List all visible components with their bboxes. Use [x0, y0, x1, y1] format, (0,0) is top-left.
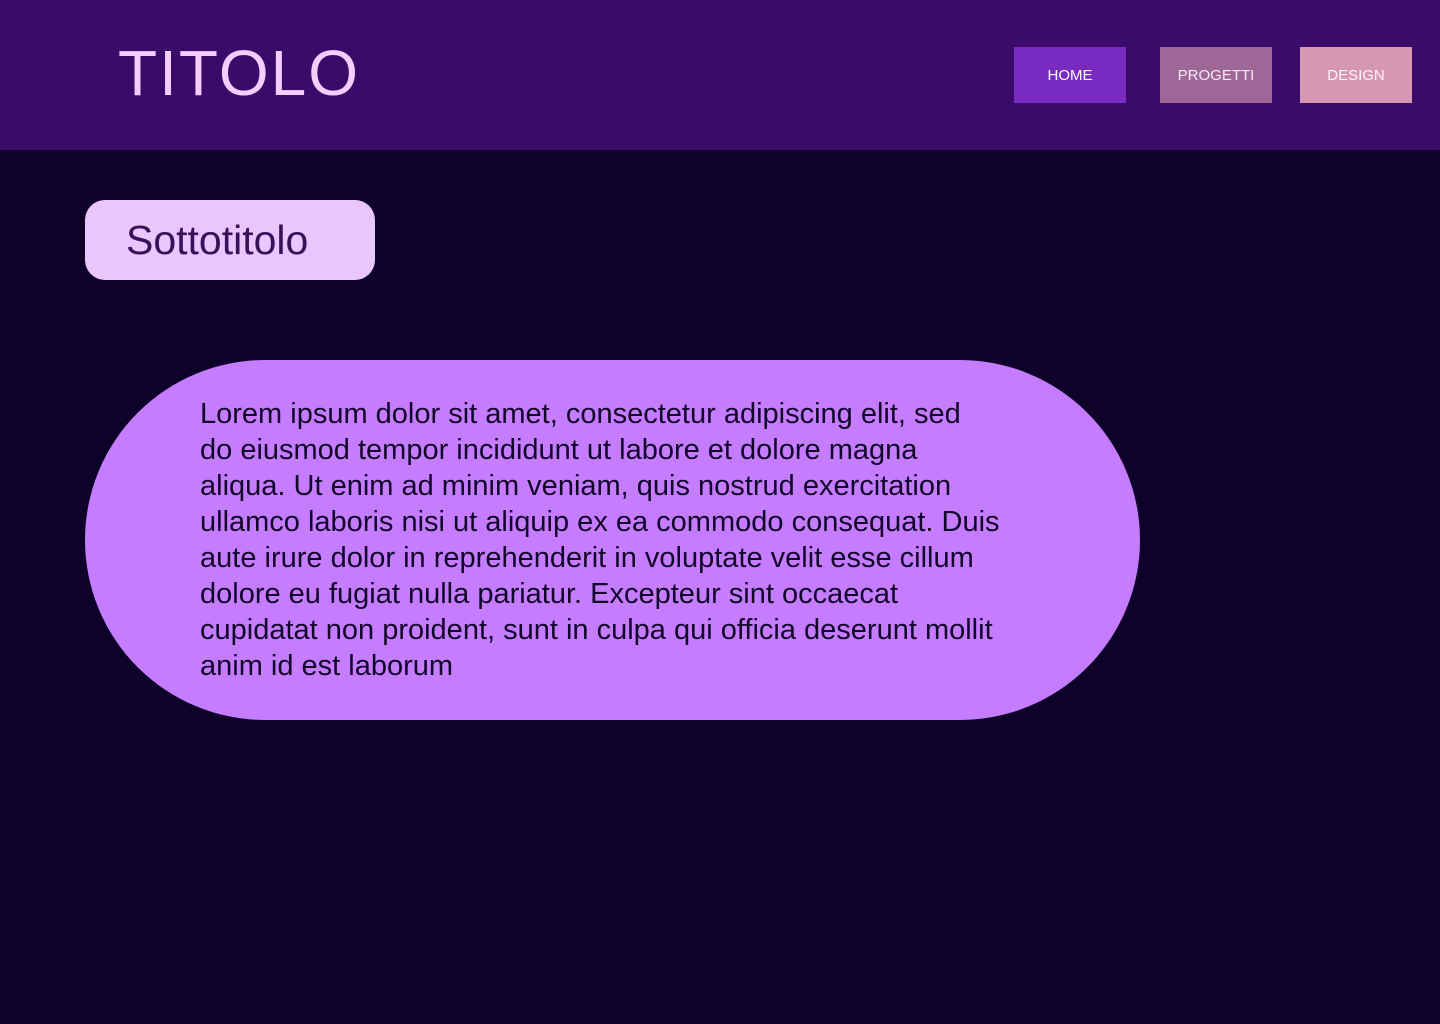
site-header: TITOLO HOME PROGETTI DESIGN	[0, 0, 1440, 150]
subtitle: Sottotitolo	[126, 217, 309, 263]
nav-home-button[interactable]: HOME	[1014, 47, 1126, 103]
site-title: TITOLO	[118, 37, 360, 109]
body-text: Lorem ipsum dolor sit amet, consectetur …	[200, 398, 1000, 682]
nav-progetti-button[interactable]: PROGETTI	[1160, 47, 1272, 103]
nav-design-button[interactable]: DESIGN	[1300, 47, 1412, 103]
content-card: Lorem ipsum dolor sit amet, consectetur …	[85, 360, 1140, 720]
subtitle-pill: Sottotitolo	[85, 200, 375, 280]
